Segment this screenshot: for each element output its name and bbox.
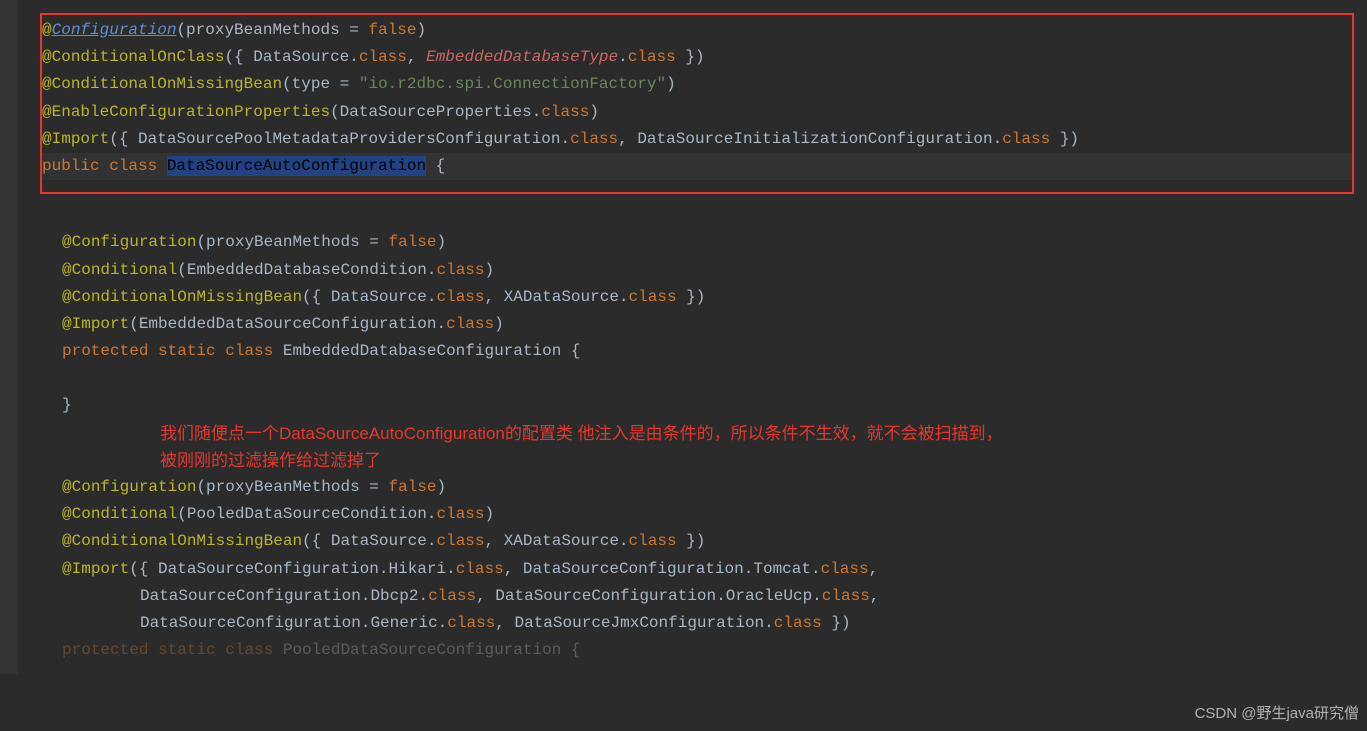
annotation-name: Import [72, 560, 130, 578]
keyword: class [628, 48, 676, 66]
annotation-name: Conditional [72, 505, 178, 523]
blank-line[interactable] [20, 202, 1357, 229]
keyword: class [109, 157, 167, 175]
paren: ({ [224, 48, 253, 66]
class-ref: DataSourceInitializationConfiguration [637, 130, 992, 148]
class-ref-error: EmbeddedDatabaseType [426, 48, 618, 66]
paren: ) [417, 21, 427, 39]
code-line[interactable]: @ConditionalOnMissingBean({ DataSource.c… [20, 284, 1357, 311]
class-declaration: PooledDataSourceConfiguration [283, 641, 571, 659]
highlight-annotation-box: @Configuration(proxyBeanMethods = false)… [40, 13, 1354, 194]
at-symbol: @ [42, 130, 52, 148]
watermark: CSDN @野生java研究僧 [1195, 701, 1359, 727]
annotation-name: EnableConfigurationProperties [52, 103, 330, 121]
at-symbol: @ [42, 103, 52, 121]
annotation-name: ConditionalOnClass [52, 48, 225, 66]
annotation-name: Conditional [72, 261, 178, 279]
code-line[interactable]: @EnableConfigurationProperties(DataSourc… [42, 99, 1352, 126]
annotation-name: Import [72, 315, 130, 333]
class-declaration: EmbeddedDatabaseConfiguration [283, 342, 571, 360]
keyword: class [541, 103, 589, 121]
annotation-name: ConditionalOnMissingBean [52, 75, 282, 93]
code-line[interactable]: protected static class PooledDataSourceC… [20, 637, 1357, 664]
code-line[interactable]: @Import({ DataSourcePoolMetadataProvider… [42, 126, 1352, 153]
code-line-cursor[interactable]: public class DataSourceAutoConfiguration… [42, 153, 1352, 180]
at-symbol: @ [42, 75, 52, 93]
annotation-name: Configuration [72, 233, 197, 251]
code-line[interactable]: @ConditionalOnMissingBean(type = "io.r2d… [42, 71, 1352, 98]
string-literal: "io.r2dbc.spi.ConnectionFactory" [359, 75, 666, 93]
class-ref: DataSourceProperties [340, 103, 532, 121]
paren: ( [176, 21, 186, 39]
param: proxyBeanMethods = [186, 21, 368, 39]
annotation-name: ConditionalOnMissingBean [72, 288, 302, 306]
annotation-name: Import [52, 130, 110, 148]
class-ref: DataSourcePoolMetadataProvidersConfigura… [138, 130, 560, 148]
keyword: class [359, 48, 407, 66]
user-annotation: 我们随便点一个DataSourceAutoConfiguration的配置类 他… [20, 420, 1220, 474]
keyword: false [368, 21, 416, 39]
code-line[interactable]: @Conditional(PooledDataSourceCondition.c… [20, 501, 1357, 528]
code-line[interactable]: @ConditionalOnClass({ DataSource.class, … [42, 44, 1352, 71]
code-editor[interactable]: @Configuration(proxyBeanMethods = false)… [0, 0, 1367, 674]
gutter [0, 0, 18, 674]
annotation-name: ConditionalOnMissingBean [72, 532, 302, 550]
selected-class-name: DataSourceAutoConfiguration [167, 156, 426, 176]
code-line[interactable]: protected static class EmbeddedDatabaseC… [20, 338, 1357, 365]
code-line[interactable]: @Import(EmbeddedDataSourceConfiguration.… [20, 311, 1357, 338]
code-line[interactable]: DataSourceConfiguration.Dbcp2.class, Dat… [20, 583, 1357, 610]
class-ref: DataSource [253, 48, 349, 66]
code-area[interactable]: @Configuration(proxyBeanMethods = false)… [0, 13, 1367, 664]
code-line[interactable]: } [20, 392, 1357, 419]
code-line[interactable]: @Configuration(proxyBeanMethods = false) [20, 474, 1357, 501]
keyword: public [42, 157, 109, 175]
annotation-name[interactable]: Configuration [52, 21, 177, 39]
code-line[interactable]: @Configuration(proxyBeanMethods = false) [42, 17, 1352, 44]
code-line[interactable]: @ConditionalOnMissingBean({ DataSource.c… [20, 528, 1357, 555]
code-line[interactable]: DataSourceConfiguration.Generic.class, D… [20, 610, 1357, 637]
annotation-name: Configuration [72, 478, 197, 496]
code-line[interactable]: @Import({ DataSourceConfiguration.Hikari… [20, 556, 1357, 583]
at-symbol: @ [42, 21, 52, 39]
at-symbol: @ [42, 48, 52, 66]
code-line[interactable]: @Conditional(EmbeddedDatabaseCondition.c… [20, 257, 1357, 284]
blank-line[interactable] [20, 365, 1357, 392]
code-line[interactable]: @Configuration(proxyBeanMethods = false) [20, 229, 1357, 256]
